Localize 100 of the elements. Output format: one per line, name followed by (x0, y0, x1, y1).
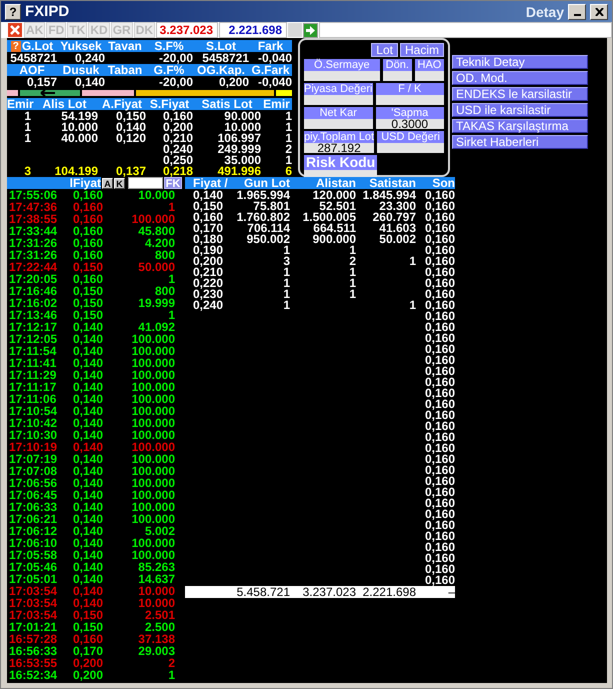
trade-price: 0,140 (72, 549, 104, 561)
menu-button[interactable]: ENDEKS le karsilastir (452, 87, 588, 101)
toggle-button[interactable]: Lot (371, 43, 398, 57)
menu-button[interactable]: Teknik Detay (452, 55, 588, 69)
table-cell-text: 0,160 (424, 487, 455, 498)
table-cell-text: 1 (23, 111, 31, 122)
trade-time: 17:12:17 (9, 321, 58, 333)
trade-price: 0,150 (72, 309, 104, 321)
table-cell-text: 0,140 (74, 76, 105, 88)
trade-time: 17:10:42 (9, 417, 58, 429)
panel-title: Detay (526, 4, 564, 20)
table-cell-text: 1 (283, 245, 290, 256)
table-cell-text: 75.801 (253, 201, 290, 212)
trade-price: 0,140 (72, 429, 104, 441)
table-cell-text: 90.000 (223, 111, 261, 122)
toggle-button[interactable]: Hacim (400, 43, 444, 57)
minimize-icon (574, 14, 580, 16)
filter-button[interactable]: A (102, 178, 113, 188)
column-header: Dusuk (62, 64, 100, 76)
column-header: AOF (18, 64, 46, 76)
table-cell-text: 1 (284, 122, 292, 133)
input-field[interactable] (319, 22, 612, 38)
table-cell-text: 706.114 (247, 223, 290, 234)
arrow-right-icon (306, 26, 316, 34)
table-cell-text: 0,220 (192, 278, 224, 289)
trade-price: 0,160 (73, 189, 104, 201)
help-button[interactable]: ? (10, 40, 21, 52)
table-cell-text: 3 (282, 256, 290, 267)
fk-button[interactable]: FK (164, 177, 182, 189)
trade-lot: 100.000 (130, 369, 175, 381)
column-header: A.Fiyat (100, 98, 143, 110)
total-cell-text: 5.458.721 (236, 586, 290, 598)
close-icon (594, 8, 604, 16)
sell-volume: 3.237.023 (156, 22, 218, 38)
menu-button[interactable]: OD. Mod. (452, 71, 588, 85)
trade-time: 17:10:54 (9, 405, 58, 417)
trade-lot: 2 (167, 657, 175, 669)
close-button[interactable] (590, 4, 608, 20)
table-cell-text: 1 (23, 122, 31, 133)
table-cell-text: 41.603 (379, 223, 416, 234)
table-cell-text: 0,200 (218, 76, 249, 88)
trade-time: 17:22:44 (9, 261, 58, 273)
table-cell-text: 0,240 (162, 144, 193, 155)
table-cell-text: 23.300 (379, 201, 416, 212)
table-cell-text: 950.002 (246, 234, 290, 245)
trade-time: 17:07:19 (9, 453, 58, 465)
trade-time: 17:11:54 (9, 345, 58, 357)
menu-button[interactable]: Sirket Haberleri (452, 135, 588, 149)
trade-lot: 100.000 (130, 417, 175, 429)
trade-time: 17:47:36 (9, 201, 58, 213)
menu-button[interactable]: USD ile karsilastir (452, 103, 588, 117)
trade-lot: 100.000 (130, 537, 175, 549)
trade-lot: 50.000 (137, 261, 175, 273)
table-cell-text: 0,160 (424, 267, 455, 278)
trade-lot: 29.003 (137, 645, 175, 657)
trade-time: 17:55:06 (9, 189, 58, 201)
trade-time: 17:10:30 (9, 429, 58, 441)
trade-time: 16:53:55 (9, 657, 58, 669)
table-cell-text: 1 (348, 278, 356, 289)
menu-button[interactable]: TAKAS Karşılaştırma (452, 119, 588, 133)
table-cell-text: 664.511 (313, 223, 356, 234)
table-cell-text: 0,160 (424, 256, 455, 267)
table-cell-text: 0,160 (424, 366, 455, 377)
value-field (304, 119, 372, 129)
field-label: 'Sapma (376, 107, 444, 119)
trade-price: 0,140 (72, 525, 104, 537)
filter-button[interactable]: K (114, 178, 125, 188)
table-cell-text: 0,160 (424, 465, 455, 476)
table-cell-text: 0,160 (424, 476, 455, 487)
go-button[interactable] (303, 22, 318, 38)
filter-field[interactable] (128, 177, 163, 189)
table-cell-text: 0,170 (192, 223, 224, 234)
minimize-button[interactable] (568, 4, 586, 20)
help-button[interactable]: ? (5, 4, 21, 20)
table-cell-text: 0,160 (424, 432, 455, 443)
trade-time: 17:06:21 (9, 513, 58, 525)
trade-lot: 100.000 (130, 357, 175, 369)
table-cell-text: 0,160 (424, 311, 455, 322)
trade-time: 17:06:33 (9, 501, 58, 513)
trade-time: 17:01:21 (9, 621, 58, 633)
total-cell-text: 6 (284, 166, 292, 177)
table-cell-text: 52.501 (319, 201, 356, 212)
table-cell-text: 0,160 (424, 278, 455, 289)
value-field (377, 143, 444, 153)
table-cell-text: 0,150 (192, 201, 224, 212)
trade-lot: 2.500 (144, 621, 175, 633)
total-cell-text: 3 (23, 166, 31, 177)
trade-price: 0,150 (72, 285, 104, 297)
column-header: Emir (7, 98, 31, 110)
table-cell-text: 0,160 (424, 443, 455, 454)
table-cell-text: -0,040 (256, 52, 292, 64)
trade-time: 17:05:58 (9, 549, 58, 561)
column-header: Alistan (314, 178, 356, 188)
table-cell-text: 2 (284, 144, 292, 155)
trade-price: 0,160 (72, 213, 104, 225)
column-header: Taban (106, 64, 144, 76)
column-header: lFiyat (7, 177, 101, 189)
trade-time: 17:03:54 (9, 597, 58, 609)
trade-price: 0,140 (72, 333, 104, 345)
table-cell-text: 0,160 (424, 388, 455, 399)
